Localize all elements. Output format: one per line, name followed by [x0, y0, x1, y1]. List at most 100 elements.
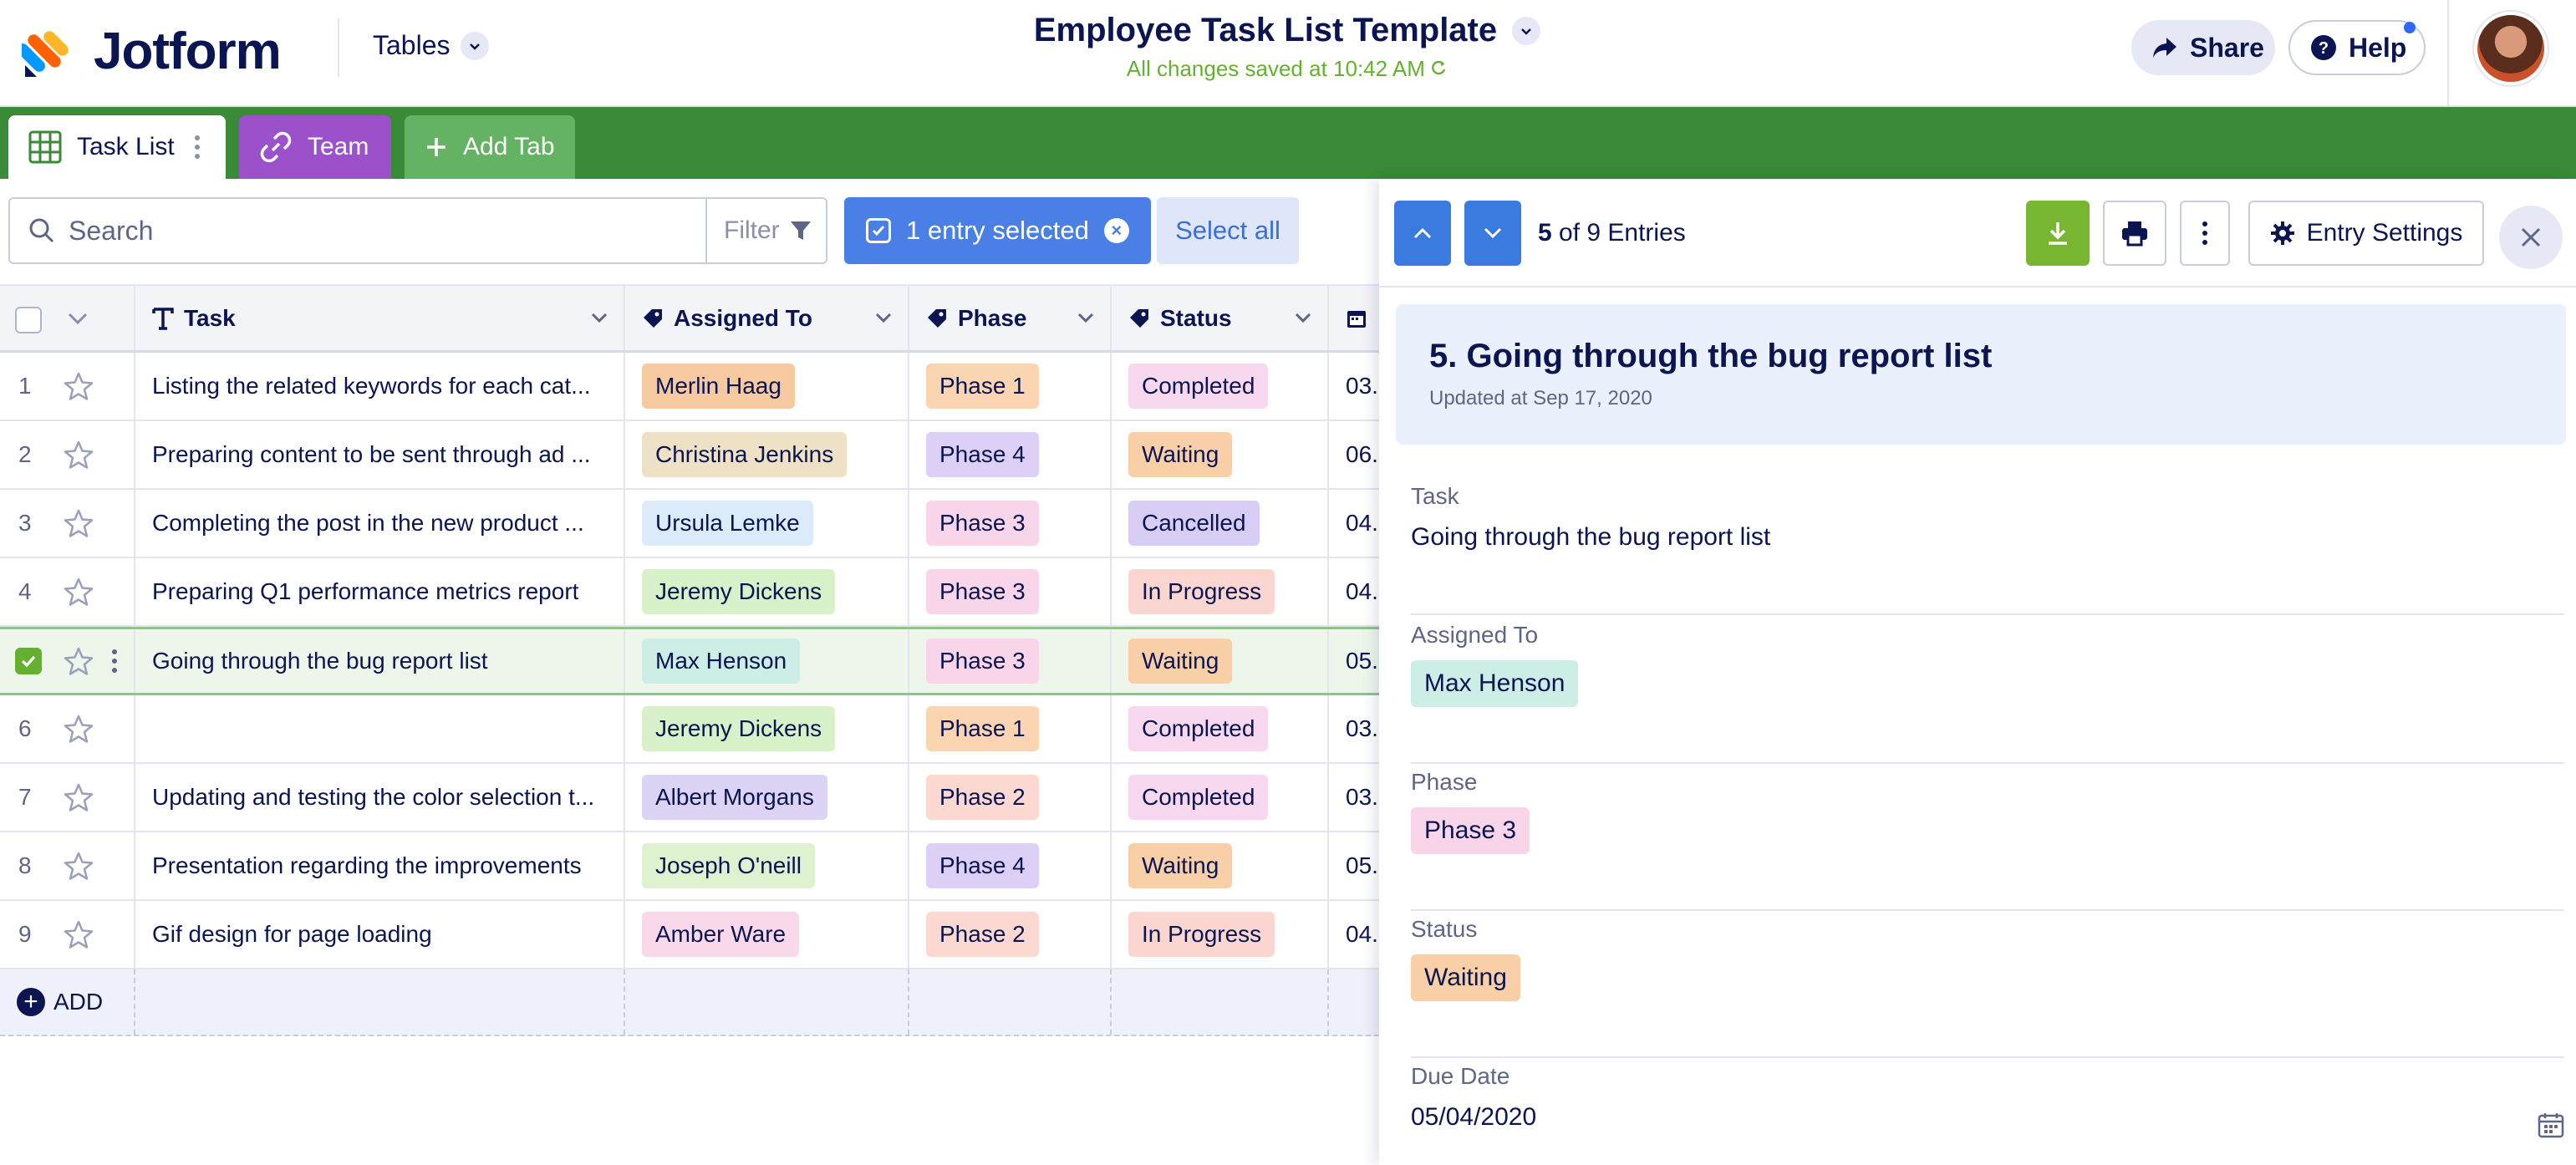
- assigned-cell[interactable]: Amber Ware: [625, 901, 909, 968]
- chevron-down-icon[interactable]: [1077, 311, 1095, 324]
- table-row[interactable]: 8 Presentation regarding the improvements…: [0, 832, 1379, 901]
- assigned-tag[interactable]: Max Henson: [1411, 660, 1579, 707]
- add-tab-button[interactable]: Add Tab: [405, 115, 575, 179]
- document-title[interactable]: Employee Task List Template: [1034, 12, 1497, 49]
- close-panel-button[interactable]: [2499, 206, 2563, 269]
- row-checkbox[interactable]: [15, 648, 42, 674]
- select-all-button[interactable]: Select all: [1157, 197, 1299, 264]
- task-cell[interactable]: Completing the post in the new product .…: [135, 490, 625, 557]
- calendar-icon[interactable]: [2538, 1112, 2564, 1138]
- task-cell[interactable]: Preparing content to be sent through ad …: [135, 421, 625, 488]
- task-cell[interactable]: Gif design for page loading: [135, 901, 625, 968]
- due-date-value[interactable]: 05/04/2020: [1411, 1103, 2564, 1132]
- task-cell[interactable]: [135, 695, 625, 762]
- task-cell[interactable]: Presentation regarding the improvements: [135, 832, 625, 899]
- status-cell[interactable]: In Progress: [1112, 901, 1329, 968]
- phase-cell[interactable]: Phase 4: [909, 421, 1112, 488]
- chevron-down-icon[interactable]: [67, 311, 89, 326]
- tables-menu[interactable]: Tables: [373, 30, 489, 61]
- more-options-button[interactable]: [2180, 201, 2230, 266]
- status-cell[interactable]: Completed: [1112, 764, 1329, 831]
- download-button[interactable]: [2026, 201, 2090, 266]
- assigned-cell[interactable]: Jeremy Dickens: [625, 695, 909, 762]
- assigned-cell[interactable]: Jeremy Dickens: [625, 558, 909, 625]
- star-icon[interactable]: [64, 715, 94, 743]
- phase-cell[interactable]: Phase 3: [909, 629, 1112, 693]
- selection-chip[interactable]: 1 entry selected ×: [844, 197, 1151, 264]
- status-cell[interactable]: Completed: [1112, 353, 1329, 420]
- phase-cell[interactable]: Phase 1: [909, 695, 1112, 762]
- assigned-cell[interactable]: Joseph O'neill: [625, 832, 909, 899]
- entry-settings-button[interactable]: Entry Settings: [2248, 201, 2484, 266]
- tab-team[interactable]: Team: [239, 115, 391, 179]
- status-cell[interactable]: Waiting: [1112, 421, 1329, 488]
- previous-entry-button[interactable]: [1394, 201, 1451, 266]
- star-icon[interactable]: [64, 440, 94, 469]
- chevron-down-icon[interactable]: [874, 311, 893, 324]
- phase-cell[interactable]: Phase 2: [909, 764, 1112, 831]
- task-cell[interactable]: Preparing Q1 performance metrics report: [135, 558, 625, 625]
- field-assigned-to[interactable]: Assigned To Max Henson: [1411, 622, 2564, 764]
- row-menu-icon[interactable]: [112, 649, 117, 673]
- table-row[interactable]: 2 Preparing content to be sent through ad…: [0, 421, 1379, 490]
- star-icon[interactable]: [64, 577, 94, 606]
- jotform-logo[interactable]: Jotform: [17, 22, 282, 81]
- star-icon[interactable]: [64, 920, 94, 949]
- tab-task-list[interactable]: Task List: [8, 115, 226, 179]
- status-cell[interactable]: In Progress: [1112, 558, 1329, 625]
- star-icon[interactable]: [64, 647, 94, 675]
- phase-cell[interactable]: Phase 3: [909, 490, 1112, 557]
- add-row-button[interactable]: + ADD: [17, 988, 103, 1016]
- status-cell[interactable]: Waiting: [1112, 832, 1329, 899]
- share-button[interactable]: Share: [2131, 20, 2275, 75]
- table-row[interactable]: Going through the bug report list Max Hen…: [0, 627, 1379, 695]
- field-task[interactable]: Task Going through the bug report list: [1411, 483, 2564, 615]
- status-cell[interactable]: Waiting: [1112, 629, 1329, 693]
- field-due-date[interactable]: Due Date 05/04/2020: [1411, 1063, 2564, 1163]
- table-row[interactable]: 4 Preparing Q1 performance metrics report…: [0, 558, 1379, 627]
- status-cell[interactable]: Cancelled: [1112, 490, 1329, 557]
- column-header-task[interactable]: Task: [135, 286, 625, 350]
- assigned-cell[interactable]: Ursula Lemke: [625, 490, 909, 557]
- phase-cell[interactable]: Phase 2: [909, 901, 1112, 968]
- field-phase[interactable]: Phase Phase 3: [1411, 769, 2564, 911]
- assigned-cell[interactable]: Merlin Haag: [625, 353, 909, 420]
- assigned-cell[interactable]: Max Henson: [625, 629, 909, 693]
- star-icon[interactable]: [64, 372, 94, 400]
- status-tag[interactable]: Waiting: [1411, 954, 1520, 1001]
- select-all-checkbox[interactable]: [15, 307, 42, 333]
- star-icon[interactable]: [64, 852, 94, 880]
- help-button[interactable]: ? Help: [2288, 20, 2426, 75]
- next-entry-button[interactable]: [1464, 201, 1521, 266]
- assigned-cell[interactable]: Christina Jenkins: [625, 421, 909, 488]
- clear-selection-icon[interactable]: ×: [1103, 218, 1129, 243]
- title-chevron-down-icon[interactable]: [1512, 16, 1541, 45]
- task-cell[interactable]: Updating and testing the color selection…: [135, 764, 625, 831]
- phase-cell[interactable]: Phase 4: [909, 832, 1112, 899]
- print-button[interactable]: [2103, 201, 2166, 266]
- filter-button[interactable]: Filter: [705, 199, 827, 262]
- task-cell[interactable]: Going through the bug report list: [135, 629, 625, 693]
- table-row[interactable]: 9 Gif design for page loading Amber Ware Ph…: [0, 901, 1379, 969]
- phase-tag[interactable]: Phase 3: [1411, 807, 1530, 854]
- phase-cell[interactable]: Phase 3: [909, 558, 1112, 625]
- field-value[interactable]: Going through the bug report list: [1411, 523, 2564, 552]
- search-input[interactable]: [69, 215, 720, 247]
- assigned-cell[interactable]: Albert Morgans: [625, 764, 909, 831]
- tab-menu-icon[interactable]: [194, 135, 200, 159]
- avatar[interactable]: [2474, 12, 2548, 85]
- star-icon[interactable]: [64, 509, 94, 537]
- chevron-down-icon[interactable]: [590, 311, 608, 324]
- column-header-status[interactable]: Status: [1112, 286, 1329, 350]
- table-row[interactable]: 7 Updating and testing the color selectio…: [0, 764, 1379, 832]
- star-icon[interactable]: [64, 783, 94, 811]
- phase-cell[interactable]: Phase 1: [909, 353, 1112, 420]
- table-row[interactable]: 1 Listing the related keywords for each c…: [0, 353, 1379, 421]
- status-cell[interactable]: Completed: [1112, 695, 1329, 762]
- column-header-assigned-to[interactable]: Assigned To: [625, 286, 909, 350]
- chevron-down-icon[interactable]: [1294, 311, 1312, 324]
- table-row[interactable]: 3 Completing the post in the new product …: [0, 490, 1379, 558]
- field-status[interactable]: Status Waiting: [1411, 916, 2564, 1058]
- task-cell[interactable]: Listing the related keywords for each ca…: [135, 353, 625, 420]
- table-row[interactable]: 6 Jeremy Dickens Phase 1 Completed 03.: [0, 695, 1379, 764]
